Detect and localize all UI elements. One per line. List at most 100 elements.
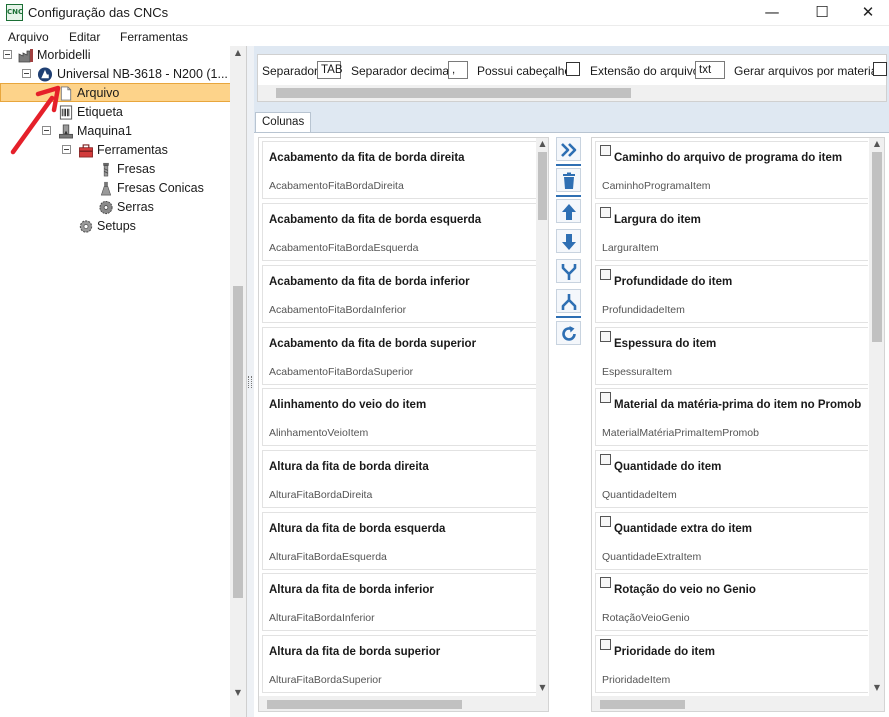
arrow-down-icon	[562, 234, 576, 250]
selected-list-hscrollbar[interactable]	[592, 696, 884, 711]
chevron-collapse-icon[interactable]	[600, 331, 611, 342]
list-item[interactable]: Largura do item LarguraItem	[595, 203, 868, 261]
list-item[interactable]: Acabamento da fita de borda superior Aca…	[262, 327, 536, 385]
menu-ferramentas[interactable]: Ferramentas	[120, 30, 188, 44]
colunas-tab-content: Acabamento da fita de borda direita Acab…	[254, 132, 889, 717]
separador-decimal-input[interactable]: ,	[448, 61, 468, 79]
column-tools	[553, 137, 585, 357]
column-title: Profundidade do item	[614, 276, 733, 288]
list-item[interactable]: Alinhamento do veio do item AlinhamentoV…	[262, 388, 536, 446]
tab-colunas[interactable]: Colunas	[255, 112, 312, 133]
available-list-hscrollbar[interactable]	[259, 696, 548, 711]
scroll-up-arrow-icon[interactable]: ▲	[537, 139, 548, 149]
possui-cabecalho-label: Possui cabeçalho	[477, 64, 572, 78]
available-hscroll-thumb[interactable]	[267, 700, 462, 709]
tree-label-fresas-conicas: Fresas Conicas	[117, 181, 204, 195]
tree-scroll-thumb[interactable]	[233, 286, 243, 598]
selected-list-scrollbar[interactable]: ▲ ▼	[869, 138, 884, 696]
list-item[interactable]: Altura da fita de borda esquerda AlturaF…	[262, 512, 536, 570]
gerar-por-material-checkbox[interactable]	[873, 62, 887, 76]
panel-splitter[interactable]	[247, 46, 254, 717]
column-title: Alinhamento do veio do item	[269, 399, 427, 411]
tree-scrollbar[interactable]: ▲ ▼	[230, 46, 246, 717]
possui-cabecalho-checkbox[interactable]	[566, 62, 580, 76]
move-up-button[interactable]	[556, 199, 581, 223]
router-bit-icon	[103, 162, 109, 177]
close-button[interactable]: ✕	[845, 0, 889, 26]
scroll-down-arrow-icon[interactable]: ▼	[537, 683, 548, 693]
separador-input[interactable]: TAB	[317, 61, 343, 79]
chevron-collapse-icon[interactable]	[600, 145, 611, 156]
column-field: CaminhoProgramaItem	[602, 180, 711, 192]
chevron-collapse-icon[interactable]	[600, 207, 611, 218]
chevron-collapse-icon[interactable]	[600, 392, 611, 403]
options-horizontal-scrollbar[interactable]	[258, 85, 886, 101]
tree-item-fresas-conicas[interactable]: Fresas Conicas	[0, 179, 230, 198]
list-item[interactable]: Rotação do veio no Genio RotaçãoVeioGeni…	[595, 573, 868, 631]
scroll-down-arrow-icon[interactable]: ▼	[233, 688, 243, 698]
tree-item-morbidelli[interactable]: Morbidelli	[0, 46, 230, 65]
saw-blade-icon	[99, 200, 113, 215]
scroll-up-arrow-icon[interactable]: ▲	[872, 139, 882, 149]
column-title: Altura da fita de borda esquerda	[269, 523, 446, 535]
list-item[interactable]: Profundidade do item ProfundidadeItem	[595, 265, 868, 323]
scroll-up-arrow-icon[interactable]: ▲	[233, 48, 243, 58]
collapse-icon[interactable]	[22, 69, 31, 78]
list-item[interactable]: Acabamento da fita de borda direita Acab…	[262, 141, 536, 199]
list-item[interactable]: Caminho do arquivo de programa do item C…	[595, 141, 868, 199]
menu-editar[interactable]: Editar	[69, 30, 100, 44]
config-area: Separador TAB Separador decimal , Possui…	[254, 46, 889, 717]
tree-item-serras[interactable]: Serras	[0, 198, 230, 217]
list-item[interactable]: Material da matéria-prima do item no Pro…	[595, 388, 868, 446]
add-all-button[interactable]	[556, 137, 581, 161]
column-field: AlturaFitaBordaDireita	[269, 489, 373, 501]
list-item[interactable]: Quantidade extra do item QuantidadeExtra…	[595, 512, 868, 570]
split-button[interactable]	[556, 289, 581, 313]
factory-icon	[18, 49, 33, 63]
list-item[interactable]: Altura da fita de borda direita AlturaFi…	[262, 450, 536, 508]
collapse-icon[interactable]	[3, 50, 12, 59]
tree-item-setups[interactable]: Setups	[0, 217, 230, 236]
refresh-button[interactable]	[556, 321, 581, 345]
list-item[interactable]: Acabamento da fita de borda esquerda Aca…	[262, 203, 536, 261]
tree-label-serras: Serras	[117, 200, 154, 214]
tree-item-fresas[interactable]: Fresas	[0, 160, 230, 179]
available-scroll-thumb[interactable]	[538, 152, 547, 220]
chevron-collapse-icon[interactable]	[600, 577, 611, 588]
minimize-button[interactable]: —	[749, 0, 795, 26]
extensao-input[interactable]: txt	[695, 61, 725, 79]
maximize-button[interactable]: ☐	[799, 0, 845, 26]
column-title: Material da matéria-prima do item no Pro…	[614, 399, 862, 411]
column-field: AlturaFitaBordaInferior	[269, 612, 375, 624]
chevron-collapse-icon[interactable]	[600, 269, 611, 280]
scroll-down-arrow-icon[interactable]: ▼	[872, 683, 882, 693]
column-field: AcabamentoFitaBordaInferior	[269, 304, 407, 316]
column-title: Acabamento da fita de borda inferior	[269, 276, 470, 288]
splitter-grip-icon[interactable]	[248, 376, 252, 388]
list-item[interactable]: Altura da fita de borda inferior AlturaF…	[262, 573, 536, 631]
selected-hscroll-thumb[interactable]	[600, 700, 685, 709]
list-item[interactable]: Espessura do item EspessuraItem	[595, 327, 868, 385]
merge-button[interactable]	[556, 259, 581, 283]
chevron-collapse-icon[interactable]	[600, 639, 611, 650]
chevron-collapse-icon[interactable]	[600, 516, 611, 527]
column-title: Espessura do item	[614, 338, 717, 350]
options-scroll-thumb[interactable]	[276, 88, 631, 98]
column-field: EspessuraItem	[602, 366, 673, 378]
selected-scroll-thumb[interactable]	[872, 152, 882, 342]
column-field: AcabamentoFitaBordaEsquerda	[269, 242, 419, 254]
chevron-collapse-icon[interactable]	[600, 454, 611, 465]
selected-columns-list[interactable]: Caminho do arquivo de programa do item C…	[591, 137, 885, 712]
remove-button[interactable]	[556, 168, 581, 192]
menu-arquivo[interactable]: Arquivo	[8, 30, 49, 44]
column-field: QuantidadeExtraItem	[602, 551, 702, 563]
list-item[interactable]: Altura da fita de borda superior AlturaF…	[262, 635, 536, 693]
list-item[interactable]: Prioridade do item PrioridadeItem	[595, 635, 868, 693]
available-columns-list[interactable]: Acabamento da fita de borda direita Acab…	[258, 137, 549, 712]
available-list-scrollbar[interactable]: ▲ ▼	[536, 138, 548, 696]
tree-label-etiqueta: Etiqueta	[77, 105, 123, 119]
column-title: Altura da fita de borda superior	[269, 646, 441, 658]
list-item[interactable]: Quantidade do item QuantidadeItem	[595, 450, 868, 508]
list-item[interactable]: Acabamento da fita de borda inferior Aca…	[262, 265, 536, 323]
move-down-button[interactable]	[556, 229, 581, 253]
